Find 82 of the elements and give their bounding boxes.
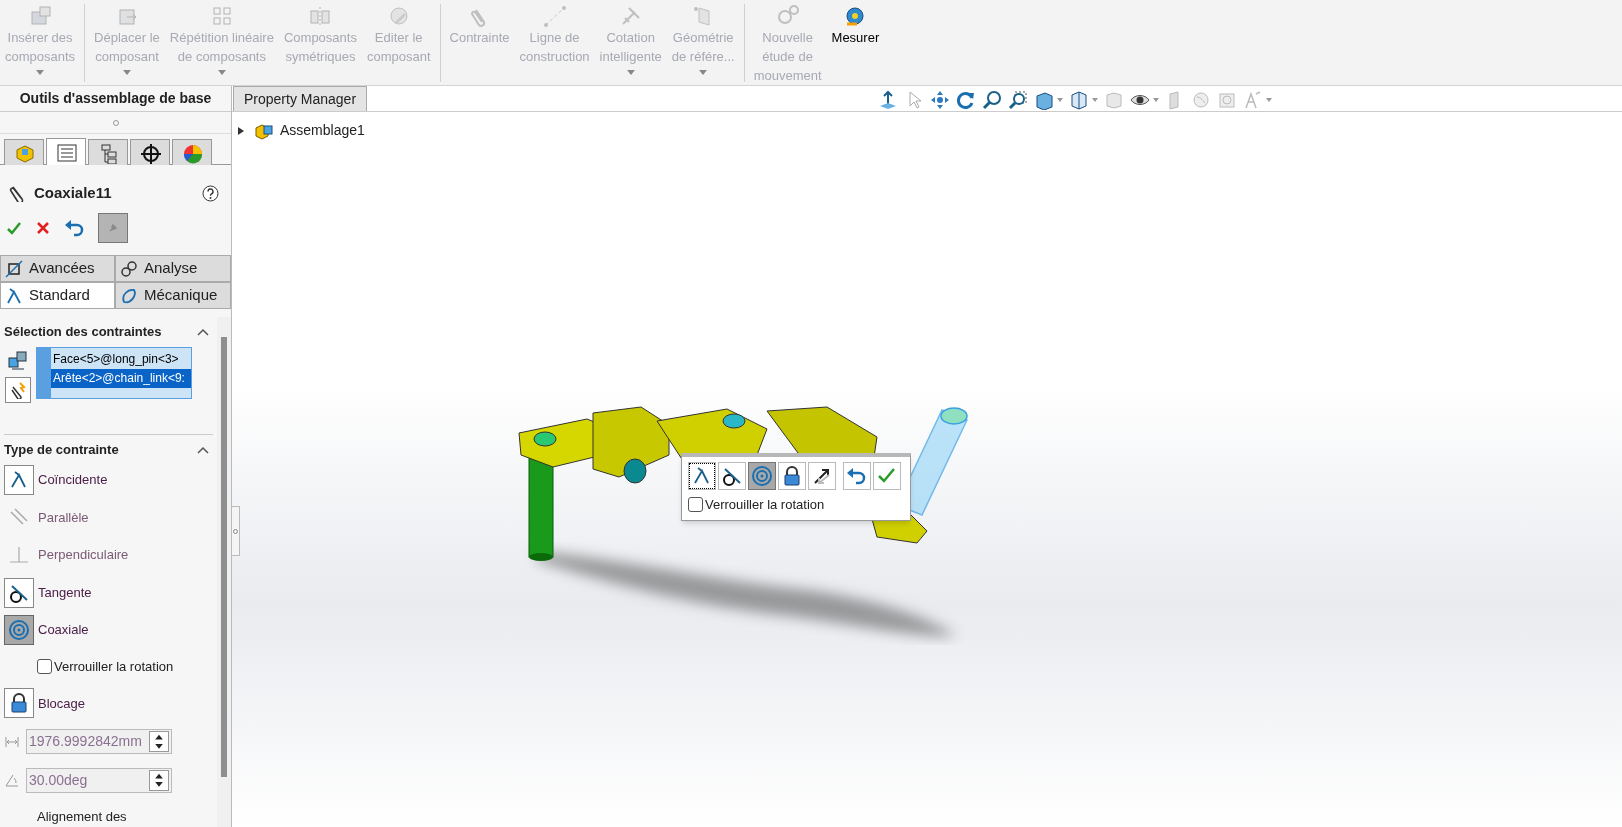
crosshair-icon (139, 141, 161, 164)
help-icon[interactable] (202, 184, 219, 202)
list-icon (55, 141, 77, 163)
mate-type-button[interactable] (4, 464, 34, 495)
tree-item[interactable]: Assemblage1 (280, 120, 365, 141)
close-icon (36, 221, 50, 235)
mate-type-button[interactable] (4, 577, 34, 608)
concentric-circles-icon (751, 465, 773, 487)
toolbar-button[interactable]: Mesurer (826, 0, 885, 47)
panel-header: Outils d'assemblage de base (0, 86, 231, 112)
ok-button[interactable] (6, 220, 22, 236)
undo-icon (846, 465, 868, 487)
box-icon (28, 4, 53, 28)
panel-subtab[interactable]: Analyse (115, 255, 231, 282)
caret-icon[interactable] (1057, 98, 1063, 102)
square-icon (5, 259, 23, 278)
pin-selection-button[interactable] (5, 376, 31, 403)
chevron-up-icon[interactable] (197, 327, 209, 336)
mate-type-label: Coïncidente (38, 470, 108, 489)
popup-button[interactable] (688, 462, 716, 490)
zoom-to-area-icon[interactable] (1008, 90, 1028, 110)
angle-icon (4, 772, 20, 789)
mate-type-label: Blocage (38, 694, 85, 713)
checkbox-label: Verrouiller la rotation (54, 658, 174, 677)
caret-icon (122, 70, 131, 75)
checkmark-icon (6, 220, 22, 236)
section-title: Sélection des contraintes (4, 323, 162, 342)
checkbox-label: Verrouiller la rotation (705, 496, 825, 514)
property-title: Coaxiale11 (34, 182, 113, 203)
splitter-handle[interactable] (232, 506, 240, 556)
panel-tab[interactable] (130, 139, 170, 165)
popup-button[interactable] (718, 462, 746, 490)
mate-type-label: Tangente (38, 583, 92, 602)
chevron-up-icon[interactable] (197, 445, 209, 454)
cam-icon (120, 286, 138, 305)
pan-icon[interactable] (930, 90, 950, 110)
concentric-circles-icon (8, 619, 30, 642)
caret-icon (217, 70, 226, 75)
gears-icon (120, 259, 138, 278)
checkbox[interactable] (37, 659, 52, 675)
undo-button[interactable] (64, 219, 84, 237)
mate-type-button[interactable] (4, 688, 34, 719)
mate-type-label: Perpendiculaire (38, 546, 129, 565)
property-manager-tab[interactable]: Property Manager (233, 86, 368, 112)
pin-icon (107, 222, 119, 234)
panel-subtab[interactable]: Mécanique (115, 282, 231, 309)
cancel-button[interactable] (36, 221, 50, 235)
grip-icon (112, 119, 119, 126)
tangent-icon (721, 465, 743, 487)
alignment-label: Alignement des (36, 808, 128, 827)
caret-icon[interactable] (1153, 98, 1159, 102)
popup-button[interactable] (778, 462, 806, 490)
caret-icon (699, 70, 708, 75)
mate-type-label: Coaxiale (38, 621, 89, 640)
caret-icon (36, 70, 45, 75)
caret-icon (626, 70, 635, 75)
scrollbar[interactable] (217, 317, 231, 827)
rotate-icon[interactable] (956, 90, 976, 110)
caret-icon[interactable] (1266, 98, 1272, 102)
panel-subtab[interactable]: Avancées (0, 255, 115, 282)
mate-icon (5, 286, 23, 305)
paperclip-icon (8, 184, 26, 202)
view-cube-icon[interactable] (1069, 90, 1089, 110)
mate-type-label: Parallèle (38, 508, 89, 527)
section-title: Type de contrainte (4, 441, 119, 460)
expand-icon[interactable] (238, 126, 244, 135)
selection-list[interactable]: Face<5>@long_pin<3> Arête<2>@chain_link<9: (36, 346, 192, 399)
mirror-icon (308, 4, 333, 28)
panel-subtab[interactable]: Standard (0, 282, 115, 309)
caret-icon[interactable] (1092, 98, 1098, 102)
checkbox[interactable] (688, 497, 703, 513)
zoom-icon[interactable] (982, 90, 1002, 110)
grip-icon (233, 528, 238, 534)
dashed-line-icon (542, 4, 567, 28)
padlock-icon (781, 465, 803, 487)
scrollbar-thumb[interactable] (221, 337, 227, 777)
padlock-icon (8, 692, 30, 715)
undo-icon (64, 219, 84, 237)
paperclip-icon (9, 380, 27, 399)
components-icon (7, 348, 29, 371)
popup-button[interactable] (808, 462, 836, 490)
normal-to-icon[interactable] (878, 90, 898, 110)
